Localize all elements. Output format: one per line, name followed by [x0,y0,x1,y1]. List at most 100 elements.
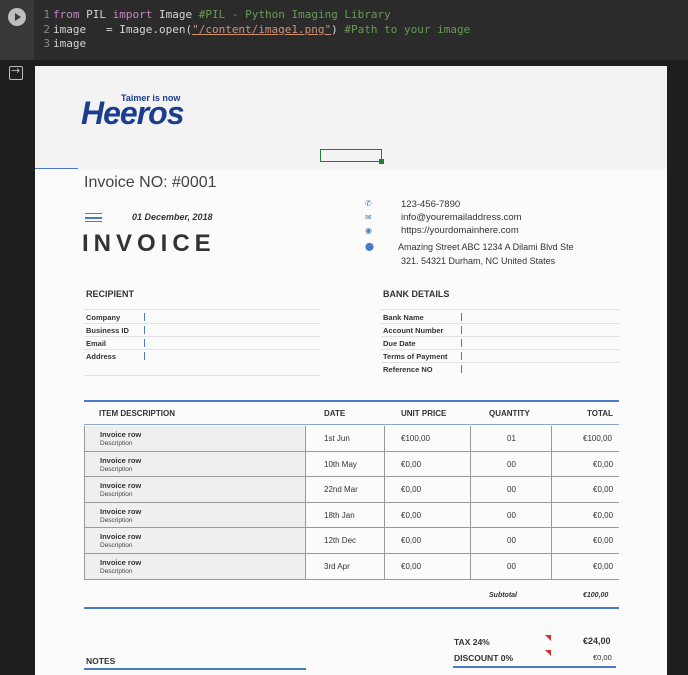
table-row: Invoice row Description 18th Jan €0,00 0… [84,502,619,529]
row-quantity: 00 [507,536,516,546]
row-date: 22nd Mar [324,485,358,495]
contact-address-line-1: Amazing Street ABC 1234 A Dilami Blvd St… [398,242,574,252]
field-line [381,309,619,310]
divider [35,168,78,169]
col-divider [551,477,552,502]
row-date: 1st Jun [324,434,350,443]
notes-rule [84,668,306,670]
field-cursor [461,365,462,373]
globe-icon: ◉ [365,226,372,235]
subtotal-value: €100,00 [583,592,609,599]
col-divider [551,528,552,553]
due-date-label: Due Date [383,339,416,348]
col-divider [551,502,552,528]
row-unit-price: €0,00 [401,510,422,520]
row-description: Description [100,567,133,575]
recipient-heading: RECIPIENT [86,289,135,299]
table-row: Invoice row Description 12th Dec €0,00 0… [84,528,619,554]
output-menu-icon[interactable] [9,64,23,80]
row-description: Description [100,465,133,473]
totals-rule [453,666,616,668]
row-description-cell: Invoice row Description [84,502,306,528]
row-unit-price: €0,00 [401,561,422,571]
row-date: 10th May [324,459,357,469]
row-date: 12th Dec [324,536,357,546]
row-quantity: 00 [507,459,516,469]
field-cursor [461,339,462,347]
row-description: Description [100,440,133,447]
row-title: Invoice row [100,506,142,516]
code-editor[interactable]: 1 from PIL import Image #PIL - Python Ima… [36,8,470,52]
contact-web: https://yourdomainhere.com [401,225,519,236]
recipient-email-label: Email [86,339,107,348]
output-image-invoice: Taimer is now Heeros Invoice NO: #0001 0… [35,66,667,675]
col-divider [384,502,385,528]
row-total: €0,00 [593,459,614,469]
invoice-rows: Invoice row Description 1st Jun €100,00 … [84,426,619,580]
table-top-rule [84,400,619,402]
invoice-date: 01 December, 2018 [132,212,213,222]
location-pin-icon: ⬤ [365,242,374,251]
phone-icon: ✆ [365,199,372,208]
row-title: Invoice row [100,557,142,567]
field-line [381,336,619,337]
col-header-item-description: ITEM DESCRIPTION [99,409,176,418]
bank-name-label: Bank Name [383,313,424,322]
field-line [84,336,320,337]
row-quantity: 00 [507,561,516,571]
field-cursor [461,352,462,360]
selection-handle [379,159,384,164]
col-header-date: DATE [324,409,346,418]
col-divider [384,451,385,477]
row-description: Description [100,542,133,550]
field-line [381,323,619,324]
row-description: Description [100,516,133,524]
row-quantity: 00 [507,485,516,495]
row-unit-price: €100,00 [401,434,430,443]
field-cursor [144,352,145,360]
run-cell-icon[interactable] [8,8,26,26]
row-total: €0,00 [593,485,614,495]
table-row: Invoice row Description 1st Jun €100,00 … [84,426,619,452]
row-description-cell: Invoice row Description [84,477,306,502]
field-line [381,349,619,350]
row-description-cell: Invoice row Description [84,426,306,451]
field-line [84,309,320,310]
terms-of-payment-label: Terms of Payment [383,352,448,361]
contact-phone: 123-456-7890 [401,199,461,210]
notes-heading: NOTES [86,656,116,666]
contact-address-line-2: 321. 54321 Durham, NC United States [401,256,556,266]
row-description-cell: Invoice row Description [84,451,306,477]
subtotal-label: Subtotal [489,592,517,599]
row-date: 18th Jan [324,510,355,520]
row-quantity: 01 [507,434,516,443]
field-cursor [144,339,145,347]
row-title: Invoice row [100,481,142,491]
comment-flag-icon [545,650,551,656]
row-total: €100,00 [583,434,612,443]
code-line-1: 1 from PIL import Image #PIL - Python Ima… [43,8,391,21]
code-line-2: 2 image = Image.open("/content/image1.png… [43,22,471,36]
row-title: Invoice row [100,532,142,542]
col-header-quantity: QUANTITY [489,409,530,418]
recipient-company-label: Company [86,313,121,322]
recipient-business-id-label: Business ID [86,326,129,335]
col-header-unit-price: UNIT PRICE [401,409,447,418]
field-line [84,375,320,376]
row-total: €0,00 [593,536,614,546]
code-cell[interactable]: 1 from PIL import Image #PIL - Python Ima… [0,0,688,60]
col-divider [551,426,552,451]
row-title: Invoice row [100,455,142,465]
field-cursor [461,326,462,334]
row-unit-price: €0,00 [401,485,422,495]
table-row: Invoice row Description 10th May €0,00 0… [84,451,619,478]
tax-label: TAX 24% [454,637,490,647]
recipient-address-label: Address [86,352,117,361]
table-bottom-rule [84,607,619,609]
col-divider [470,553,471,579]
col-divider [384,426,385,451]
row-total: €0,00 [593,561,614,571]
field-cursor [144,313,145,321]
field-line [84,323,320,324]
field-line [84,349,320,350]
